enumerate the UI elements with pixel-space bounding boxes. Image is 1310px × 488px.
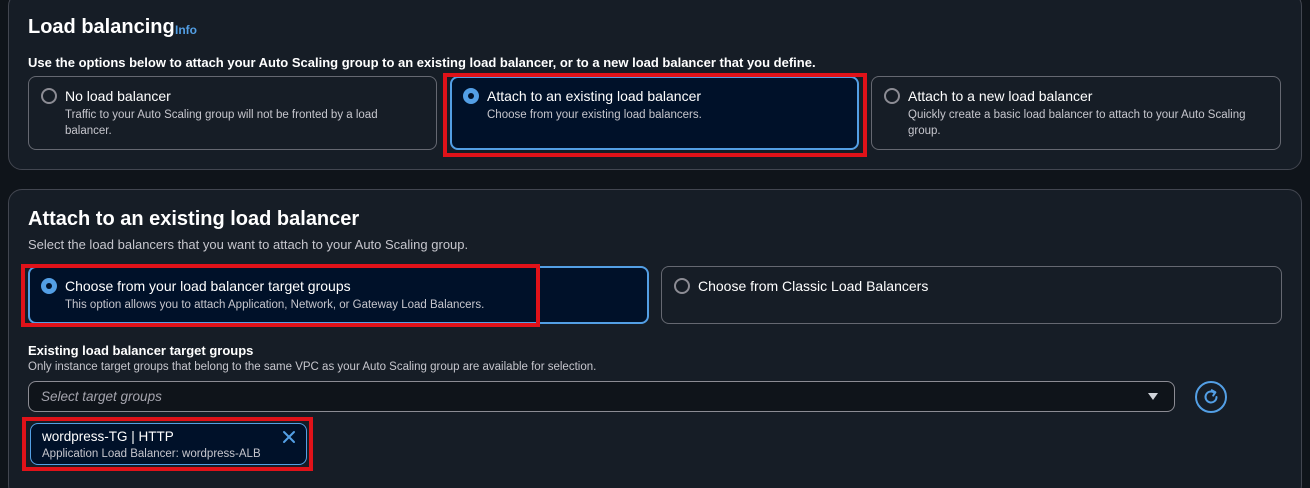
- option-no-load-balancer[interactable]: No load balancer Traffic to your Auto Sc…: [28, 76, 437, 150]
- radio-classic[interactable]: [674, 278, 690, 294]
- option-label: No load balancer: [65, 88, 171, 104]
- attach-existing-description: Select the load balancers that you want …: [28, 237, 469, 252]
- option-description: Choose from your existing load balancers…: [487, 109, 702, 121]
- load-balancing-description: Use the options below to attach your Aut…: [28, 55, 816, 70]
- target-groups-select[interactable]: Select target groups: [28, 381, 1175, 412]
- info-link[interactable]: Info: [175, 23, 197, 37]
- select-placeholder: Select target groups: [41, 389, 162, 404]
- refresh-icon: [1204, 389, 1218, 404]
- target-groups-description: Only instance target groups that belong …: [28, 361, 597, 373]
- option-description: Quickly create a basic load balancer to …: [908, 109, 1246, 137]
- attach-existing-title: Attach to an existing load balancer: [28, 208, 360, 230]
- radio-attach-existing[interactable]: [463, 88, 479, 104]
- radio-attach-new[interactable]: [884, 88, 900, 104]
- option-label: Choose from your load balancer target gr…: [65, 278, 351, 294]
- option-label: Choose from Classic Load Balancers: [698, 278, 929, 294]
- close-icon[interactable]: [281, 429, 297, 445]
- selected-target-group-token: wordpress-TG | HTTP Application Load Bal…: [30, 423, 307, 465]
- caret-down-icon: [1148, 393, 1158, 400]
- option-label: Attach to an existing load balancer: [487, 88, 702, 104]
- load-balancing-title: Load balancing: [28, 16, 175, 38]
- option-classic-load-balancers[interactable]: Choose from Classic Load Balancers: [661, 266, 1282, 324]
- radio-no-load-balancer[interactable]: [41, 88, 57, 104]
- target-groups-label: Existing load balancer target groups: [28, 343, 254, 358]
- option-attach-new-load-balancer[interactable]: Attach to a new load balancer Quickly cr…: [871, 76, 1281, 150]
- option-attach-existing-load-balancer[interactable]: Attach to an existing load balancer Choo…: [450, 76, 859, 150]
- token-title: wordpress-TG | HTTP: [42, 429, 174, 444]
- option-target-groups[interactable]: Choose from your load balancer target gr…: [28, 266, 649, 324]
- option-description: Traffic to your Auto Scaling group will …: [65, 109, 378, 137]
- token-subtitle: Application Load Balancer: wordpress-ALB: [42, 448, 261, 460]
- refresh-button[interactable]: [1195, 381, 1227, 413]
- radio-target-groups[interactable]: [41, 278, 57, 294]
- option-description: This option allows you to attach Applica…: [65, 299, 485, 311]
- option-label: Attach to a new load balancer: [908, 88, 1093, 104]
